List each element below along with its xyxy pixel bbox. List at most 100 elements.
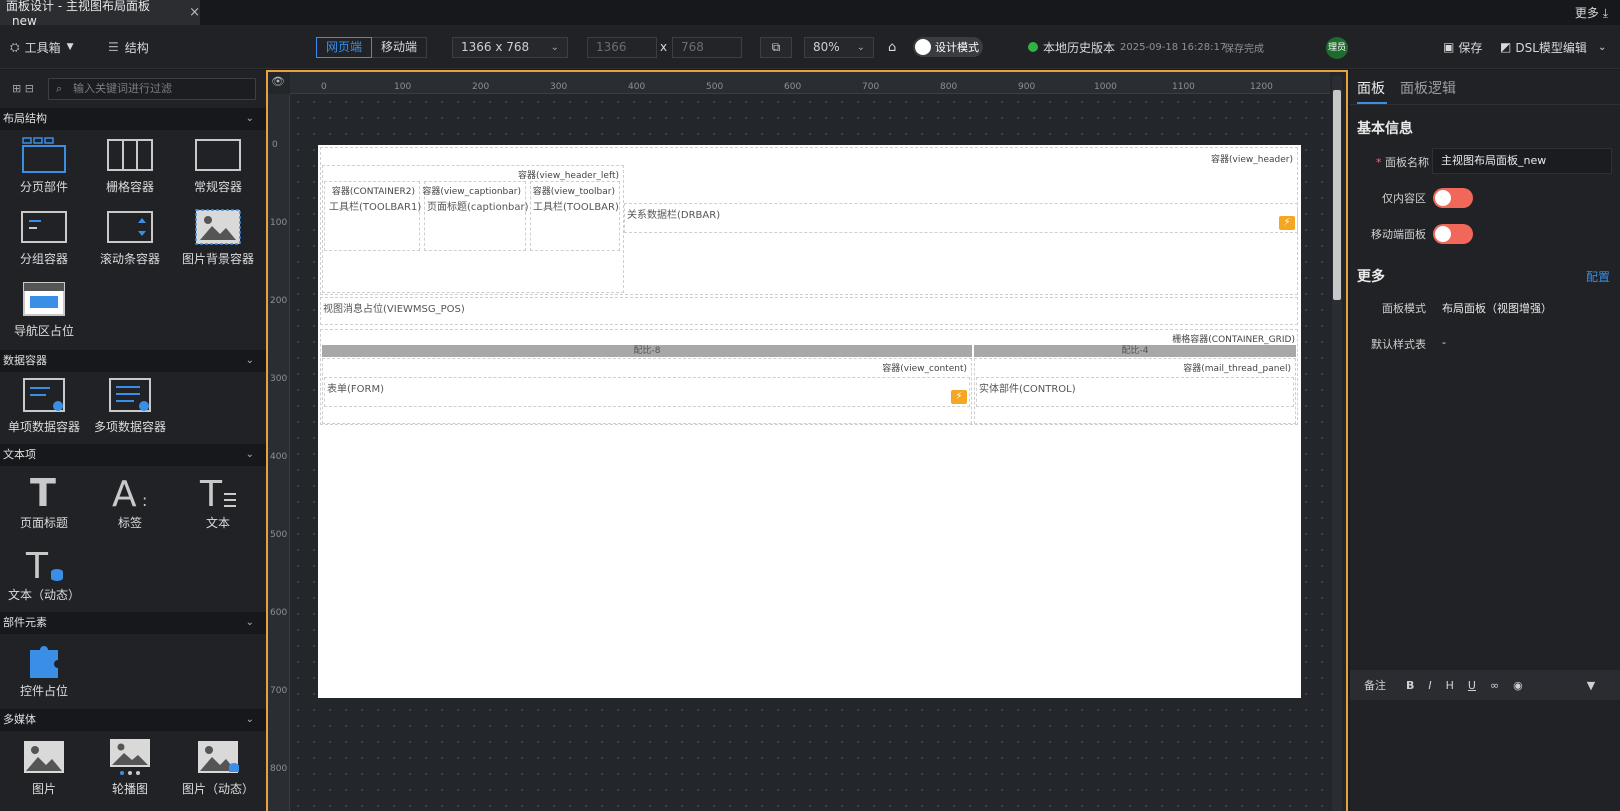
chevron-down-icon: ⌄ (245, 617, 254, 628)
grid-column-8-header[interactable]: 配比-8 (322, 345, 972, 357)
ruler-tick: 100 (270, 218, 288, 228)
tool-page-title[interactable]: T 页面标题 (0, 471, 88, 531)
section-label: 文本项 (3, 448, 36, 461)
panel-name-input[interactable]: 主视图布局面板_new (1432, 148, 1612, 174)
underline-icon[interactable]: U (1468, 679, 1476, 692)
structure-button[interactable]: ☰ 结构 (108, 25, 149, 69)
search-input[interactable]: ⌕ 输入关键词进行过滤 (48, 78, 256, 100)
lightning-icon[interactable]: ⚡ (951, 390, 967, 404)
section-layout[interactable]: 布局结构 ⌄ (0, 108, 266, 130)
section-text[interactable]: 文本项 ⌄ (0, 444, 266, 466)
tool-scroll-container[interactable]: 滚动条容器 (86, 208, 174, 267)
config-link[interactable]: 配置 (1586, 268, 1610, 285)
section-part[interactable]: 部件元素 ⌄ (0, 612, 266, 634)
grid-column-4-header[interactable]: 配比-4 (974, 345, 1296, 357)
tool-text[interactable]: T 文本 (174, 472, 262, 531)
history-version[interactable]: 本地历史版本 (1028, 25, 1115, 69)
captionbar-component[interactable]: 页面标题(captionbar) (427, 198, 529, 213)
zoom-select[interactable]: 80% ⌄ (804, 37, 874, 58)
scrollbar-thumb[interactable] (1333, 90, 1341, 300)
more-menu-button[interactable]: 更多 ⤓ (1575, 4, 1608, 21)
dsl-icon: ◩ (1500, 40, 1512, 54)
lightning-icon[interactable]: ⚡ (1279, 216, 1295, 230)
height-input[interactable]: 768 (672, 37, 742, 58)
section-media[interactable]: 多媒体 ⌄ (0, 709, 266, 731)
scroll-icon (106, 208, 154, 246)
mobile-panel-switch[interactable] (1433, 224, 1473, 244)
avatar[interactable]: 理员 (1326, 37, 1348, 59)
design-mode-toggle[interactable]: 设计模式 (913, 37, 983, 57)
tool-image[interactable]: 图片 (0, 738, 88, 797)
status-dot (1028, 42, 1038, 52)
eye-icon[interactable]: 👁 (271, 75, 285, 88)
tab-mobile[interactable]: 移动端 (372, 38, 426, 57)
inner-only-switch[interactable] (1433, 188, 1473, 208)
tab-web[interactable]: 网页端 (316, 37, 373, 58)
note-label: 备注 (1364, 679, 1386, 692)
link-icon[interactable]: ∞ (1490, 679, 1499, 692)
save-button[interactable]: ▣ 保存 (1443, 25, 1482, 69)
heading-icon[interactable]: H (1446, 679, 1454, 692)
drbar-component[interactable]: 关系数据栏(DRBAR) ⚡ (624, 203, 1298, 233)
chevron-down-icon[interactable]: ⌄ (1598, 25, 1606, 69)
chevron-down-icon: ▼ (66, 42, 74, 52)
tool-text-dynamic[interactable]: T 文本（动态） (0, 544, 88, 603)
container2[interactable]: 容器(CONTAINER2) 工具栏(TOOLBAR1) (324, 181, 421, 251)
viewmsg-component[interactable]: 视图消息占位(VIEWMSG_POS) (320, 297, 1298, 325)
chevron-down-icon: ⌄ (245, 355, 254, 366)
toolbar1-component[interactable]: 工具栏(TOOLBAR1) (329, 198, 421, 213)
chevron-down-icon: ⌄ (856, 42, 865, 53)
tool-label: 滚动条容器 (99, 252, 160, 266)
section-data[interactable]: 数据容器 ⌄ (0, 350, 266, 372)
ruler-tick: 200 (270, 296, 288, 306)
more-label: 更多 (1574, 6, 1599, 20)
tool-label: 标签 (117, 516, 142, 530)
expand-collapse-icons[interactable]: ⊞ ⊟ (12, 82, 34, 95)
tool-control-placeholder[interactable]: 控件占位 (0, 640, 88, 699)
tool-tab-component[interactable]: 分页部件 (0, 136, 88, 195)
tool-image-dynamic[interactable]: 图片（动态） (174, 738, 262, 797)
tool-regular-container[interactable]: 常规容器 (174, 136, 262, 195)
tool-carousel[interactable]: 轮播图 (86, 738, 174, 797)
form-component[interactable]: 表单(FORM) ⚡ (324, 377, 970, 407)
preview-icon[interactable]: ◉ (1513, 679, 1523, 692)
chevron-down-icon: ⌄ (245, 714, 254, 725)
tab-panel-logic[interactable]: 面板逻辑 (1400, 78, 1456, 98)
search-icon: ⌕ (56, 82, 63, 95)
tab-panel-design[interactable]: 面板设计 - 主视图布局面板_new × (0, 0, 200, 28)
tool-label: 轮播图 (111, 782, 148, 796)
home-icon[interactable]: ⌂ (888, 25, 896, 69)
tool-nav-placeholder[interactable]: 导航区占位 (0, 280, 88, 339)
bold-icon[interactable]: B (1406, 679, 1414, 692)
section-label: 多媒体 (3, 713, 36, 726)
tab-panel[interactable]: 面板 (1357, 78, 1385, 98)
tool-grid-container[interactable]: 栅格容器 (86, 136, 174, 195)
dsl-edit-button[interactable]: ◩ DSL模型编辑 (1500, 25, 1587, 69)
svg-text:T: T (199, 474, 223, 510)
vertical-scrollbar[interactable] (1332, 76, 1342, 811)
tool-group-container[interactable]: 分组容器 (0, 208, 88, 267)
tool-multi-data-container[interactable]: 多项数据容器 (86, 376, 174, 435)
close-icon[interactable]: × (189, 5, 200, 20)
layout-icon[interactable]: ⧉ (760, 37, 792, 58)
ruler-tick: 400 (270, 452, 288, 462)
vertical-ruler: 0 100 200 300 400 500 600 700 800 (268, 94, 290, 811)
tool-label-item[interactable]: A: 标签 (86, 472, 174, 531)
device-switch: 网页端 移动端 (316, 37, 428, 58)
control-component[interactable]: 实体部件(CONTROL) (976, 377, 1294, 407)
page-frame[interactable]: 容器(view_header) 容器(view_header_left) 容器(… (318, 145, 1301, 698)
design-canvas[interactable]: 👁 0 100 200 300 400 500 600 700 800 900 … (266, 70, 1348, 811)
resolution-select[interactable]: 1366 x 768 ⌄ (452, 37, 568, 58)
toolbar-component[interactable]: 工具栏(TOOLBAR) (533, 198, 619, 213)
tool-label: 常规容器 (193, 180, 242, 194)
chevron-down-icon[interactable]: ▼ (1587, 679, 1595, 692)
tool-single-data-container[interactable]: 单项数据容器 (0, 376, 88, 435)
toolbox-button[interactable]: ⛭ 工具箱 ▼ (10, 25, 74, 69)
view-toolbar-container[interactable]: 容器(view_toolbar) 工具栏(TOOLBAR) (530, 181, 620, 251)
italic-icon[interactable]: I (1428, 679, 1431, 692)
save-label: 保存 (1458, 40, 1483, 55)
view-captionbar-container[interactable]: 容器(view_captionbar) 页面标题(captionbar) (422, 181, 529, 251)
width-input[interactable]: 1366 (587, 37, 657, 58)
tool-image-bg-container[interactable]: 图片背景容器 (174, 208, 262, 267)
panel-name-label-text: 面板名称 (1385, 156, 1429, 169)
